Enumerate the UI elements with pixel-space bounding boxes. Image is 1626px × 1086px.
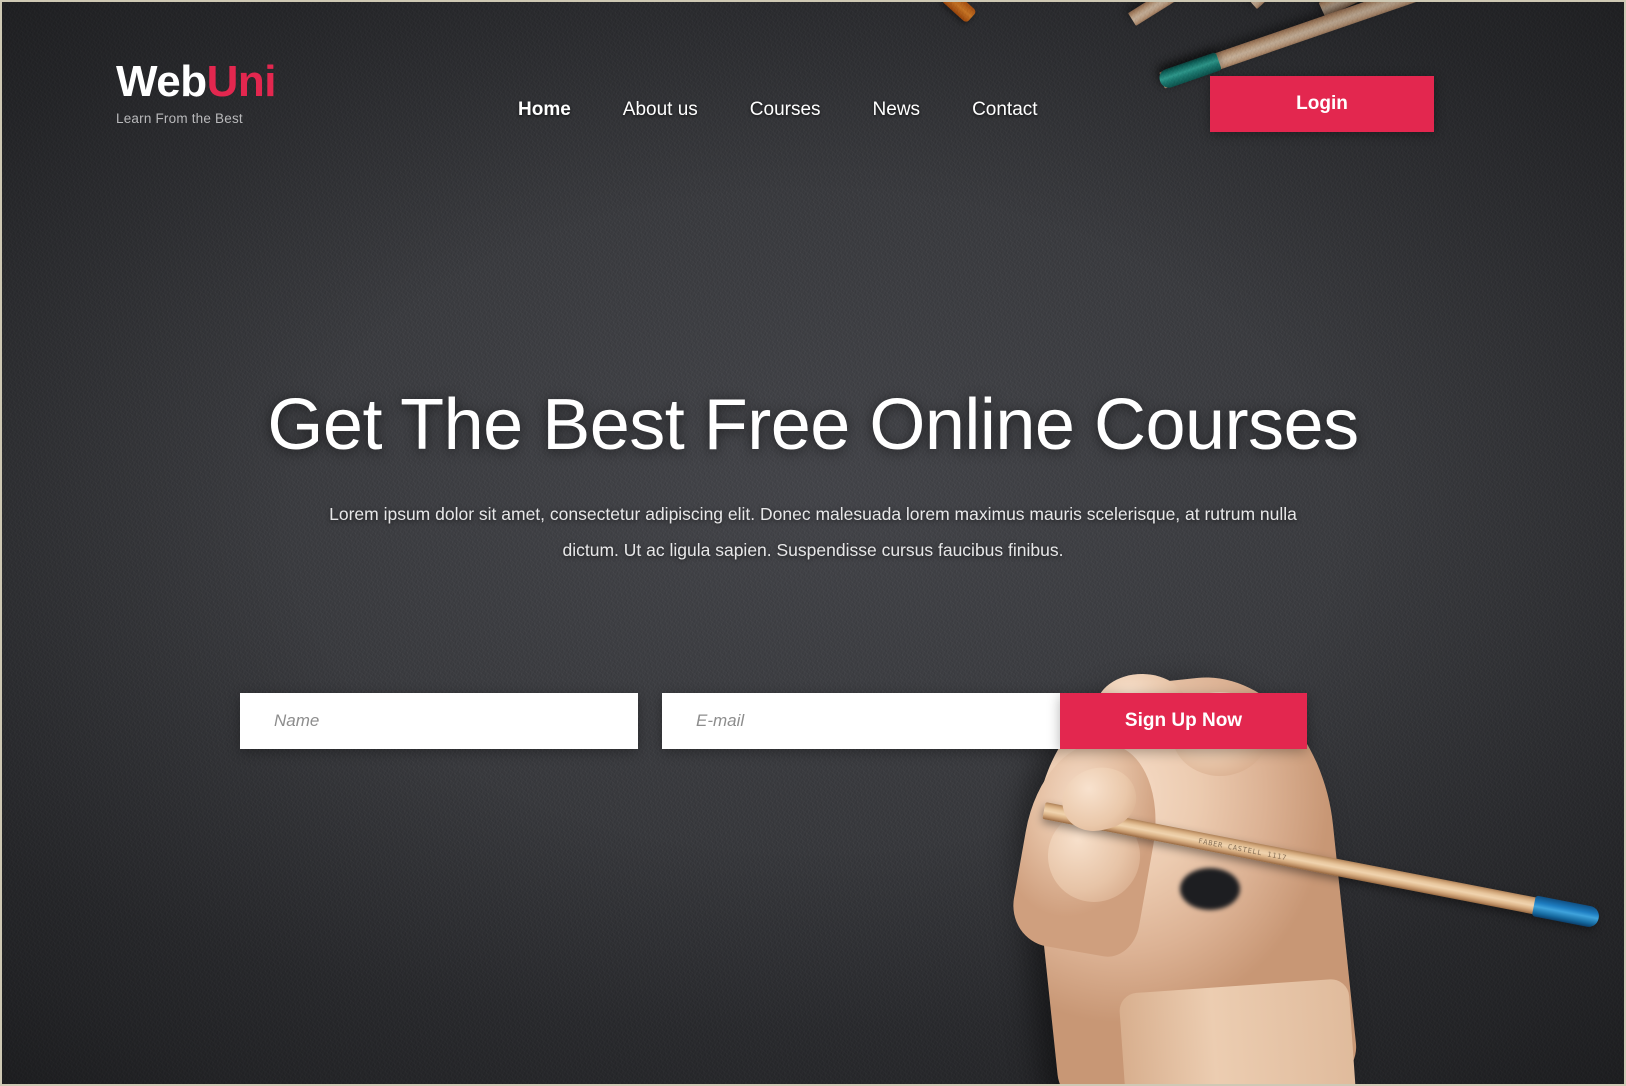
hero-subtitle: Lorem ipsum dolor sit amet, consectetur … — [329, 503, 1297, 560]
logo-text-web: Web — [116, 57, 207, 106]
nav-item-contact[interactable]: Contact — [946, 95, 1063, 125]
email-input[interactable] — [662, 693, 1060, 749]
hero-section: Get The Best Free Online Courses Lorem i… — [2, 385, 1624, 569]
main-navigation: Home About us Courses News Contact — [492, 95, 1064, 125]
login-button[interactable]: Login — [1210, 76, 1434, 132]
signup-form: Sign Up Now — [240, 693, 1307, 749]
nav-item-courses[interactable]: Courses — [724, 95, 847, 125]
site-header: WebUni Learn From the Best Home About us… — [2, 2, 1624, 170]
logo-text-uni: Uni — [206, 57, 277, 106]
page-title: Get The Best Free Online Courses — [267, 385, 1359, 465]
sign-up-now-button[interactable]: Sign Up Now — [1060, 693, 1307, 749]
form-spacer — [638, 693, 662, 749]
name-input[interactable] — [240, 693, 638, 749]
nav-item-home[interactable]: Home — [492, 95, 597, 125]
logo-wordmark: WebUni — [116, 60, 276, 104]
nav-item-about-us[interactable]: About us — [597, 95, 724, 125]
site-logo[interactable]: WebUni Learn From the Best — [116, 60, 276, 127]
landing-page: 432 859533911 303 8595339111 058 401 FAB… — [0, 0, 1626, 1086]
logo-tagline: Learn From the Best — [116, 111, 243, 126]
nav-item-news[interactable]: News — [847, 95, 947, 125]
